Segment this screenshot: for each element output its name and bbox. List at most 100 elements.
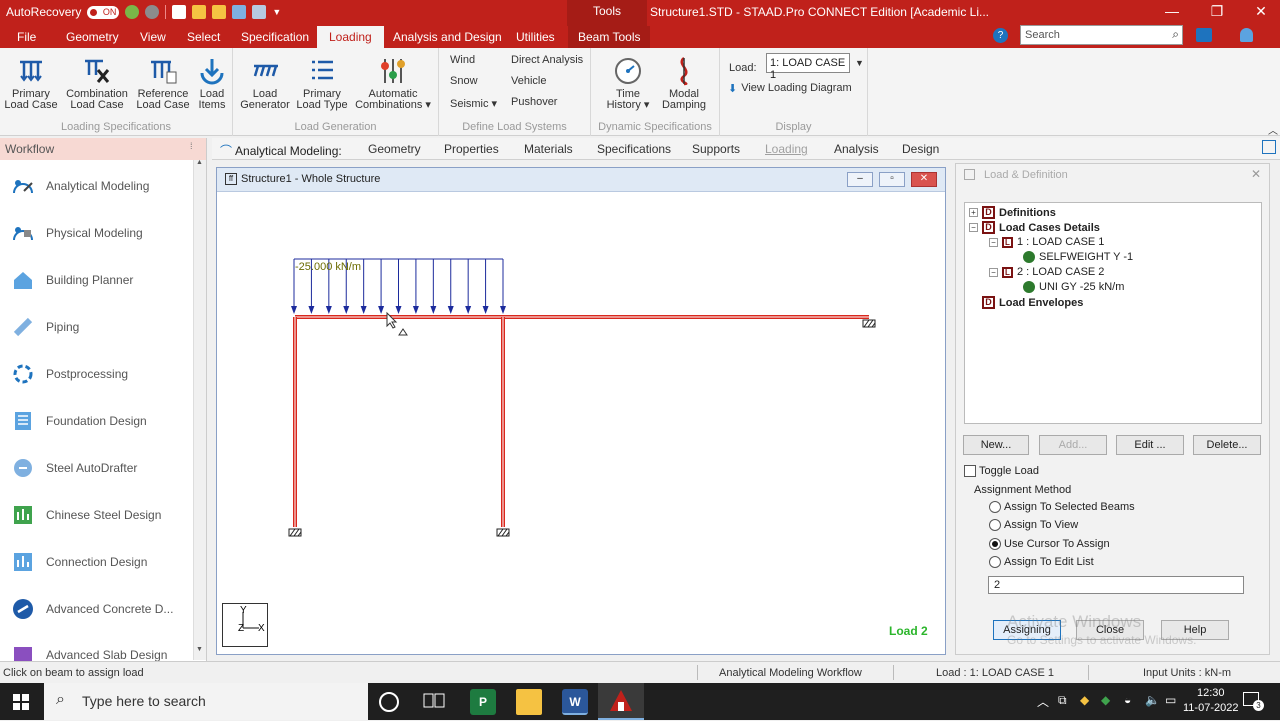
taskbar-search-input[interactable]: ⌕ Type here to search [44, 683, 368, 720]
menu-geometry[interactable]: Geometry [66, 30, 119, 44]
redo-icon[interactable] [252, 5, 267, 19]
autorecovery-toggle[interactable]: ON [87, 5, 120, 19]
tab-specifications[interactable]: Specifications [597, 142, 671, 156]
radio-assign-to-view[interactable]: Assign To View [989, 519, 1078, 531]
vehicle-button[interactable]: Vehicle [511, 75, 546, 87]
tree-load-envelopes[interactable]: D Load Envelopes [982, 296, 1083, 309]
workflow-connection-design[interactable]: Connection Design [12, 550, 147, 574]
pin-icon[interactable]: ⁞ [190, 141, 193, 151]
modal-damping-button[interactable]: Modal Damping [657, 56, 711, 111]
structure-view-window[interactable]: ff Structure1 - Whole Structure – ▫ ✕ -2… [216, 167, 946, 655]
tab-loading[interactable]: Loading [765, 142, 808, 156]
menu-loading[interactable]: Loading [317, 26, 384, 48]
load-items-button[interactable]: Load Items [194, 56, 230, 111]
workflow-postprocessing[interactable]: Postprocessing [12, 362, 128, 386]
workflow-chinese-steel-design[interactable]: Chinese Steel Design [12, 503, 161, 527]
tray-shield-icon[interactable]: ◆ [1101, 693, 1110, 707]
view-restore-icon[interactable]: ▫ [879, 172, 905, 187]
tab-analysis[interactable]: Analysis [834, 142, 879, 156]
search-icon[interactable]: ⌕ [1172, 27, 1179, 42]
view-minimize-icon[interactable]: – [847, 172, 873, 187]
tree-uni-gy[interactable]: UNI GY -25 kN/m [1023, 281, 1124, 293]
back-icon[interactable] [125, 5, 140, 19]
automatic-combinations-button[interactable]: Automatic Combinations ▾ [351, 56, 435, 111]
tray-wifi-icon[interactable]: ◒ [1124, 693, 1131, 707]
workflow-building-planner[interactable]: Building Planner [12, 268, 133, 292]
radio-circle[interactable] [989, 519, 1001, 531]
word-app-icon[interactable]: W [562, 689, 588, 715]
task-view-icon[interactable] [423, 692, 445, 710]
tree-load-cases-details[interactable]: − D Load Cases Details [969, 221, 1100, 234]
collapse-icon[interactable]: − [989, 267, 998, 277]
menu-specification[interactable]: Specification [241, 30, 309, 44]
customize-dropdown-icon[interactable]: ▼ [272, 7, 281, 17]
pushover-button[interactable]: Pushover [511, 96, 557, 108]
new-button[interactable]: New... [963, 435, 1029, 455]
radio-assign-selected-beams[interactable]: Assign To Selected Beams [989, 501, 1135, 513]
panel-close-icon[interactable]: ✕ [1251, 167, 1261, 181]
menu-beam-tools[interactable]: Beam Tools [568, 26, 651, 48]
close-icon[interactable]: ✕ [1246, 3, 1276, 20]
reference-load-case-button[interactable]: Reference Load Case [134, 56, 192, 111]
workflow-advanced-concrete-design[interactable]: Advanced Concrete D... [12, 597, 173, 621]
tray-volume-icon[interactable]: 🔈 [1145, 693, 1160, 707]
notification-icon[interactable]: 3 [1243, 692, 1264, 711]
tab-properties[interactable]: Properties [444, 142, 499, 156]
structure-canvas[interactable]: -25.000 kN/m [223, 192, 941, 650]
tree-load-case-2[interactable]: − L 2 : LOAD CASE 2 [989, 266, 1104, 278]
chevron-down-icon[interactable]: ▼ [855, 58, 864, 68]
workflow-piping[interactable]: Piping [12, 315, 79, 339]
radio-assign-edit-list[interactable]: Assign To Edit List [989, 556, 1094, 568]
snow-button[interactable]: Snow [450, 75, 478, 87]
collapse-icon[interactable]: − [989, 237, 998, 247]
checkbox-box[interactable] [964, 465, 976, 477]
radio-circle[interactable] [989, 501, 1001, 513]
collapse-ribbon-icon[interactable]: ︿ [1268, 122, 1278, 137]
time-history-button[interactable]: Time History ▾ [601, 56, 655, 111]
windows-start-icon[interactable] [13, 694, 29, 713]
radio-circle[interactable] [989, 556, 1001, 568]
edit-list-input[interactable]: 2 [988, 576, 1244, 594]
menu-select[interactable]: Select [187, 30, 220, 44]
panel-layout-icon[interactable] [1262, 140, 1276, 154]
load-case-select[interactable]: 1: LOAD CASE 1 [766, 53, 850, 81]
save-icon[interactable] [172, 5, 187, 19]
help-icon[interactable]: ? [993, 28, 1008, 43]
add-button[interactable]: Add... [1039, 435, 1107, 455]
contextual-tools-tab[interactable]: Tools [567, 0, 647, 26]
primary-load-type-button[interactable]: Primary Load Type [295, 56, 349, 111]
tray-security-icon[interactable]: ◆ [1080, 693, 1089, 707]
undo-icon[interactable] [232, 5, 247, 19]
maximize-icon[interactable]: ❐ [1202, 3, 1232, 20]
menu-utilities[interactable]: Utilities [516, 30, 555, 44]
tab-design[interactable]: Design [902, 142, 939, 156]
edit-button[interactable]: Edit ... [1116, 435, 1184, 455]
workflow-scrollbar[interactable]: ▲ ▼ [193, 159, 206, 660]
open-folder-icon[interactable] [192, 5, 207, 19]
tree-selfweight[interactable]: SELFWEIGHT Y -1 [1023, 251, 1133, 263]
direct-analysis-button[interactable]: Direct Analysis [511, 54, 583, 66]
tree-definitions[interactable]: + D Definitions [969, 206, 1056, 219]
workflow-physical-modeling[interactable]: Physical Modeling [12, 221, 143, 245]
seismic-button[interactable]: Seismic ▾ [450, 97, 497, 110]
file-explorer-icon[interactable] [516, 689, 542, 715]
wind-button[interactable]: Wind [450, 54, 475, 66]
people-icon[interactable] [1196, 28, 1212, 42]
expand-icon[interactable]: + [969, 208, 978, 217]
frame-members[interactable] [293, 315, 869, 527]
staad-taskbar-button[interactable] [598, 683, 644, 720]
workflow-analytical-modeling[interactable]: Analytical Modeling [12, 174, 149, 198]
search-input[interactable]: Search ⌕ [1020, 25, 1183, 45]
menu-analysis-design[interactable]: Analysis and Design [393, 30, 502, 44]
workflow-advanced-slab-design[interactable]: Advanced Slab Design [12, 643, 167, 661]
tray-language-icon[interactable]: ▭ [1165, 693, 1176, 707]
workflow-steel-autodrafter[interactable]: Steel AutoDrafter [12, 456, 137, 480]
forward-icon[interactable] [145, 5, 160, 19]
project-app-icon[interactable]: P [470, 689, 496, 715]
collapse-icon[interactable]: − [969, 223, 978, 232]
scroll-up-icon[interactable]: ▲ [196, 159, 203, 166]
view-close-icon[interactable]: ✕ [911, 172, 937, 187]
tab-supports[interactable]: Supports [692, 142, 740, 156]
delete-button[interactable]: Delete... [1193, 435, 1261, 455]
toggle-load-checkbox[interactable]: Toggle Load [964, 465, 1039, 477]
